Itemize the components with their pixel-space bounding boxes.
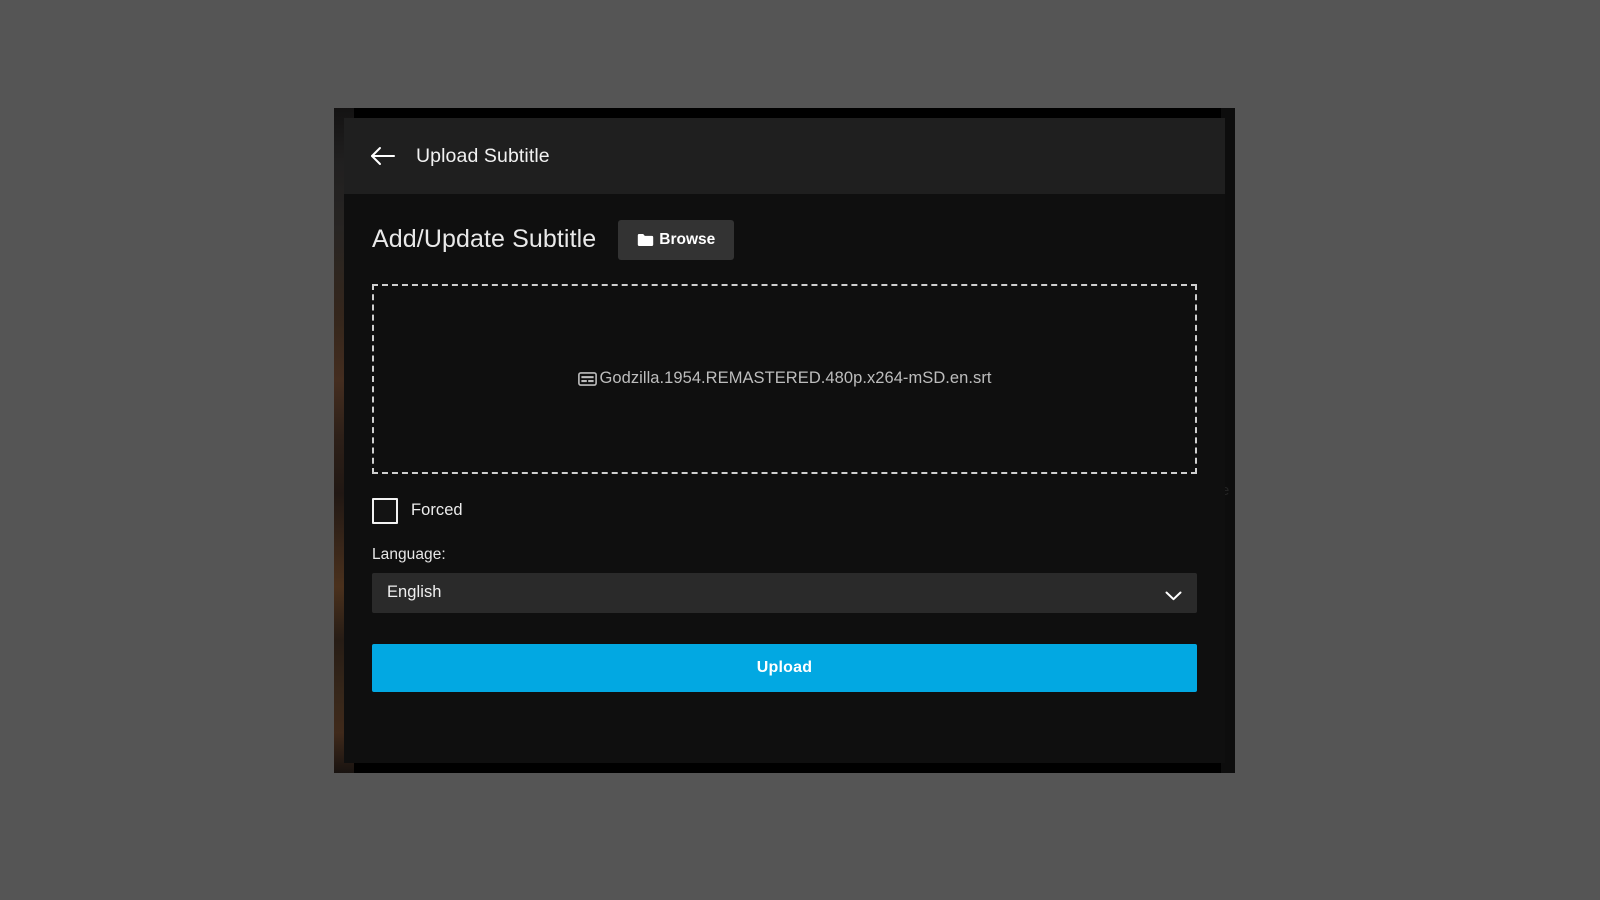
closed-caption-icon: [577, 371, 597, 386]
dialog-header: Upload Subtitle: [344, 118, 1225, 194]
section-heading-row: Add/Update Subtitle Browse: [372, 194, 1197, 260]
subtitle-dropzone[interactable]: Godzilla.1954.REMASTERED.480p.x264-mSD.e…: [372, 283, 1197, 474]
language-select[interactable]: English: [372, 572, 1197, 613]
forced-checkbox[interactable]: [372, 497, 398, 524]
arrow-left-icon: [370, 146, 396, 166]
language-selected-value: English: [387, 583, 442, 601]
forced-checkbox-row[interactable]: Forced: [372, 497, 463, 524]
forced-label: Forced: [411, 501, 463, 519]
section-heading: Add/Update Subtitle: [372, 225, 597, 254]
dropzone-file-name: Godzilla.1954.REMASTERED.480p.x264-mSD.e…: [599, 369, 992, 387]
browse-button[interactable]: Browse: [618, 220, 735, 260]
upload-subtitle-dialog: Upload Subtitle Add/Update Subtitle Brow…: [344, 118, 1225, 763]
dropzone-file: Godzilla.1954.REMASTERED.480p.x264-mSD.e…: [577, 369, 992, 388]
browse-button-label: Browse: [659, 231, 716, 248]
dialog-body: Add/Update Subtitle Browse Godzilla.1954…: [344, 194, 1225, 763]
chevron-down-icon: [1165, 588, 1182, 600]
back-button[interactable]: [368, 141, 398, 171]
upload-subtitle-modal: e e Upload Subtitle Add/Update Subtitle: [334, 108, 1235, 773]
upload-button[interactable]: Upload: [372, 643, 1197, 692]
language-label: Language:: [372, 545, 446, 563]
folder-icon: [637, 233, 654, 247]
page-title: Upload Subtitle: [416, 144, 550, 167]
